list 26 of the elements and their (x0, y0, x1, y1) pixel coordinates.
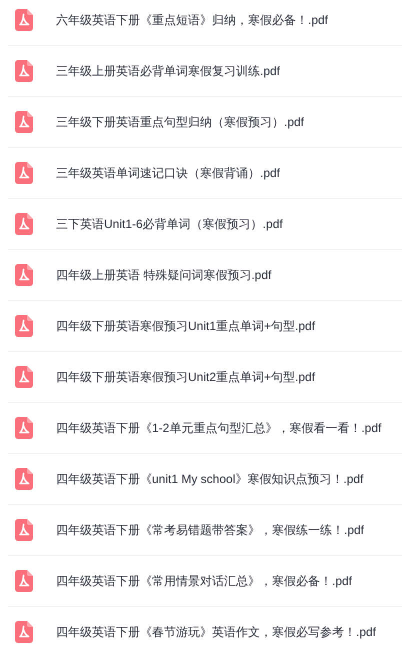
file-name[interactable]: 四年级英语下册《春节游玩》英语作文，寒假必写参考！.pdf (56, 623, 376, 641)
pdf-file-icon (15, 468, 33, 490)
file-name[interactable]: 四年级英语下册《unit1 My school》寒假知识点预习！.pdf (56, 470, 364, 488)
pdf-file-icon (15, 162, 33, 184)
file-name[interactable]: 三年级下册英语重点句型归纳（寒假预习）.pdf (56, 113, 304, 131)
pdf-file-icon (15, 366, 33, 388)
pdf-file-icon (15, 9, 33, 31)
file-name[interactable]: 四年级英语下册《1-2单元重点句型汇总》，寒假看一看！.pdf (56, 419, 382, 437)
file-name[interactable]: 四年级英语下册《常考易错题带答案》，寒假练一练！.pdf (56, 521, 364, 539)
pdf-file-icon (15, 621, 33, 643)
pdf-file-icon (15, 315, 33, 337)
file-name[interactable]: 六年级英语下册《重点短语》归纳，寒假必备！.pdf (56, 11, 328, 29)
file-name[interactable]: 三年级上册英语必背单词寒假复习训练.pdf (56, 62, 280, 80)
pdf-file-icon (15, 519, 33, 541)
pdf-file-icon (15, 417, 33, 439)
pdf-file-icon (15, 111, 33, 133)
file-name[interactable]: 四年级上册英语 特殊疑问词寒假预习.pdf (56, 266, 272, 284)
file-name[interactable]: 四年级下册英语寒假预习Unit1重点单词+句型.pdf (56, 317, 316, 335)
pdf-file-icon (15, 570, 33, 592)
file-name[interactable]: 三下英语Unit1-6必背单词（寒假预习）.pdf (56, 215, 283, 233)
file-name[interactable]: 四年级下册英语寒假预习Unit2重点单词+句型.pdf (56, 368, 316, 386)
pdf-file-icon (15, 213, 33, 235)
file-name[interactable]: 四年级英语下册《常用情景对话汇总》，寒假必备！.pdf (56, 572, 352, 590)
pdf-file-icon (15, 60, 33, 82)
file-name[interactable]: 三年级英语单词速记口诀（寒假背诵）.pdf (56, 164, 280, 182)
pdf-file-icon (15, 264, 33, 286)
